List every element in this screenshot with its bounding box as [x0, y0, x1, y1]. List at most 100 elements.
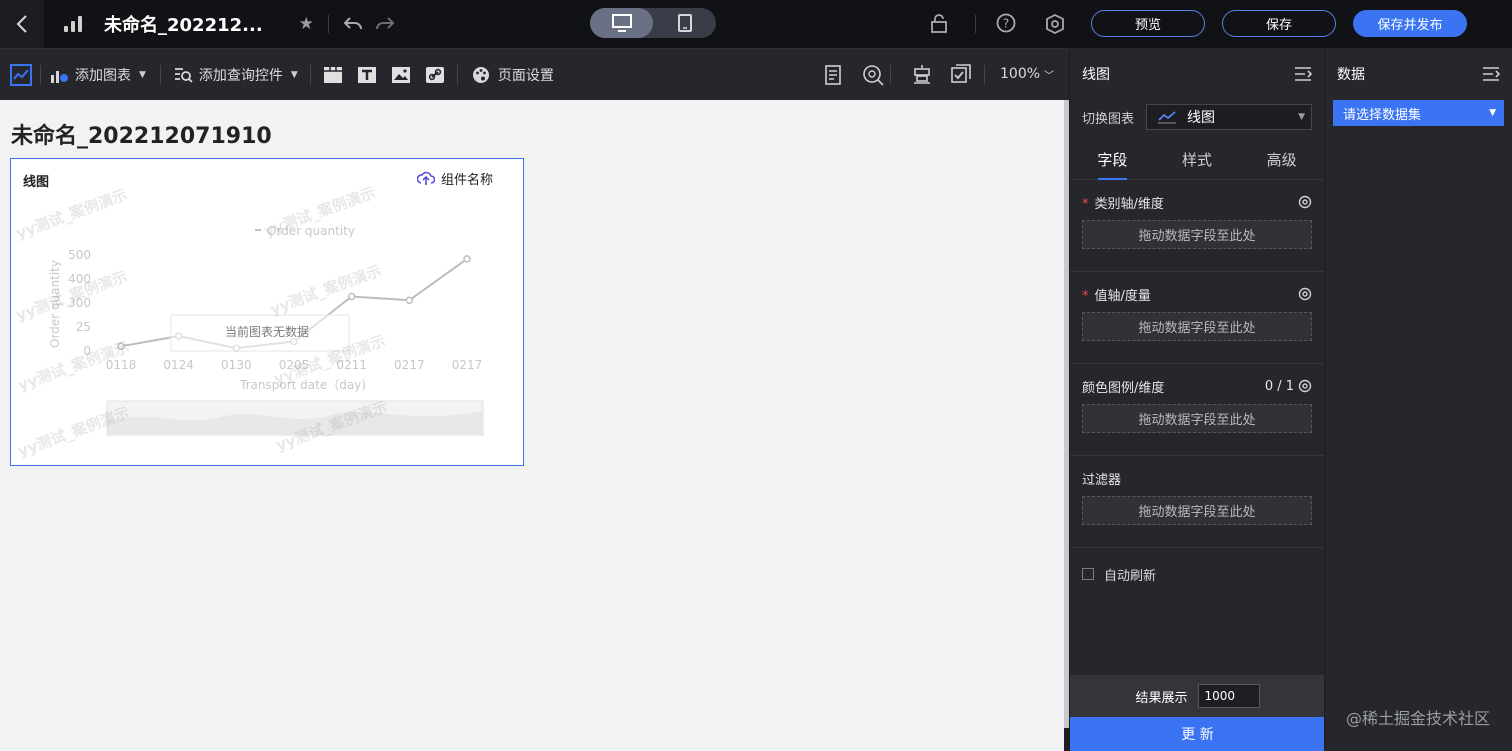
settings-cube-icon[interactable]: [1044, 13, 1066, 35]
dashboard-icon[interactable]: [10, 63, 32, 86]
preview-button[interactable]: 预览: [1091, 10, 1205, 37]
data-panel-title: 数据: [1337, 67, 1365, 83]
chevron-down-icon: ﹀: [1044, 70, 1055, 82]
y-tick-label: 400: [68, 272, 91, 286]
gear-icon[interactable]: [1298, 287, 1312, 301]
x-tick-label: 0217: [394, 358, 425, 372]
divider: [984, 65, 985, 85]
switch-chart-label: 切换图表: [1082, 111, 1135, 127]
star-icon[interactable]: ★: [299, 14, 314, 34]
update-button[interactable]: 更 新: [1070, 717, 1325, 751]
report-canvas: 未命名_202212071910 Order quantity 500 400 300…: [0, 100, 1064, 751]
field-label: 值轴/度量: [1094, 288, 1151, 304]
search-data-icon[interactable]: [862, 64, 884, 86]
chart-type-select[interactable]: 线图 ▼: [1146, 104, 1312, 130]
add-query-label: 添加查询控件: [198, 67, 283, 84]
caret-down-icon: ▼: [1298, 112, 1305, 122]
caret-down-icon: ▼: [290, 69, 298, 80]
add-chart-icon: [51, 70, 68, 83]
drop-zone-category-axis[interactable]: 拖动数据字段至此处: [1082, 220, 1312, 249]
data-point: [347, 292, 356, 301]
report-icon[interactable]: [824, 65, 842, 85]
checklist-icon[interactable]: [951, 64, 971, 84]
field-section-category-axis: * 类别轴/维度 拖动数据字段至此处: [1070, 180, 1324, 272]
tab-style[interactable]: 样式: [1155, 144, 1240, 179]
required-mark: *: [1082, 196, 1089, 212]
svg-text:?: ?: [1003, 17, 1009, 31]
dataset-select[interactable]: 请选择数据集 ▼: [1333, 100, 1504, 126]
data-panel-header: 数据: [1325, 48, 1512, 100]
component-name-label[interactable]: 组件名称: [416, 169, 493, 188]
align-icon[interactable]: [912, 64, 932, 84]
data-panel: 数据 请选择数据集 ▼: [1324, 48, 1512, 751]
auto-refresh-checkbox[interactable]: [1082, 568, 1094, 580]
device-toggle: [590, 8, 716, 38]
field-label: 类别轴/维度: [1094, 196, 1164, 212]
line-chart: Order quantity 500 400 300 25 0 Order quantity…: [48, 224, 484, 436]
desktop-view-button[interactable]: [590, 8, 653, 38]
divider: [159, 64, 161, 85]
top-bar: 未命名_202212... ★ ? 预览 保存 保存并发布: [0, 0, 1512, 48]
line-chart-card[interactable]: Order quantity 500 400 300 25 0 Order quantity…: [10, 158, 524, 466]
y-tick-label: 25: [76, 320, 91, 334]
editor-toolbar: 添加图表 ▼ 添加查询控件 ▼ 页面设置 100% ﹀: [0, 48, 1069, 100]
filter-search-icon: [174, 67, 193, 83]
chart-type-value: 线图: [1187, 110, 1216, 126]
help-icon[interactable]: ?: [996, 13, 1016, 33]
x-tick-label: 0118: [106, 358, 137, 372]
data-point: [463, 255, 471, 263]
add-query-control-menu[interactable]: 添加查询控件 ▼: [173, 65, 298, 85]
auto-refresh-label: 自动刷新: [1104, 568, 1157, 584]
caret-down-icon: ▼: [1489, 108, 1496, 118]
mobile-view-button[interactable]: [653, 8, 716, 38]
link-icon[interactable]: [425, 66, 445, 84]
divider: [975, 15, 976, 33]
document-title[interactable]: 未命名_202212...: [104, 11, 263, 37]
x-axis-label: Transport date（day): [239, 378, 366, 392]
tab-fields[interactable]: 字段: [1070, 144, 1155, 180]
line-chart-icon: [1158, 111, 1177, 124]
settings-panel-title: 线图: [1082, 67, 1110, 83]
gear-icon[interactable]: [1298, 379, 1312, 393]
mobile-icon: [677, 14, 692, 32]
data-point: [117, 342, 125, 351]
site-watermark: @稀土掘金技术社区: [1345, 709, 1490, 728]
gear-icon[interactable]: [1298, 195, 1312, 209]
save-button[interactable]: 保存: [1222, 10, 1336, 37]
collapse-panel-icon[interactable]: [1482, 66, 1500, 82]
add-chart-menu[interactable]: 添加图表 ▼: [49, 65, 146, 85]
page-settings-label: 页面设置: [497, 67, 554, 84]
x-tick-label: 0205: [279, 358, 310, 372]
zoom-select[interactable]: 100% ﹀: [1000, 66, 1054, 82]
required-mark: *: [1082, 288, 1089, 304]
divider: [890, 65, 891, 85]
image-icon[interactable]: [391, 66, 411, 84]
collapse-panel-icon[interactable]: [1294, 66, 1312, 82]
x-tick-label: 0211: [336, 358, 367, 372]
drop-zone-color-legend[interactable]: 拖动数据字段至此处: [1082, 404, 1312, 433]
page-settings-button[interactable]: 页面设置: [472, 65, 554, 85]
back-button[interactable]: [0, 0, 44, 48]
field-count: 0 / 1: [1264, 378, 1294, 394]
add-chart-label: 添加图表: [75, 67, 131, 84]
drop-zone-filter[interactable]: 拖动数据字段至此处: [1082, 496, 1312, 525]
drop-zone-value-axis[interactable]: 拖动数据字段至此处: [1082, 312, 1312, 341]
tab-advanced[interactable]: 高级: [1239, 144, 1324, 179]
undo-icon[interactable]: [343, 16, 363, 32]
cloud-upload-icon: [416, 171, 435, 185]
divider: [456, 64, 458, 85]
palette-icon: [472, 66, 489, 83]
save-publish-button[interactable]: 保存并发布: [1353, 10, 1467, 37]
layout-block-icon[interactable]: [323, 66, 343, 84]
lock-icon[interactable]: [930, 14, 948, 34]
zoom-label: 100%: [1000, 66, 1041, 82]
auto-refresh-row[interactable]: 自动刷新: [1070, 548, 1324, 600]
text-icon[interactable]: [357, 66, 377, 84]
y-tick-label: 300: [68, 296, 91, 310]
dataset-placeholder: 请选择数据集: [1343, 107, 1422, 123]
y-tick-label: 500: [68, 248, 91, 262]
result-limit-input[interactable]: [1197, 684, 1260, 708]
redo-icon[interactable]: [375, 16, 395, 32]
y-tick-label: 0: [83, 344, 91, 358]
field-label: 颜色图例/维度: [1082, 380, 1165, 396]
